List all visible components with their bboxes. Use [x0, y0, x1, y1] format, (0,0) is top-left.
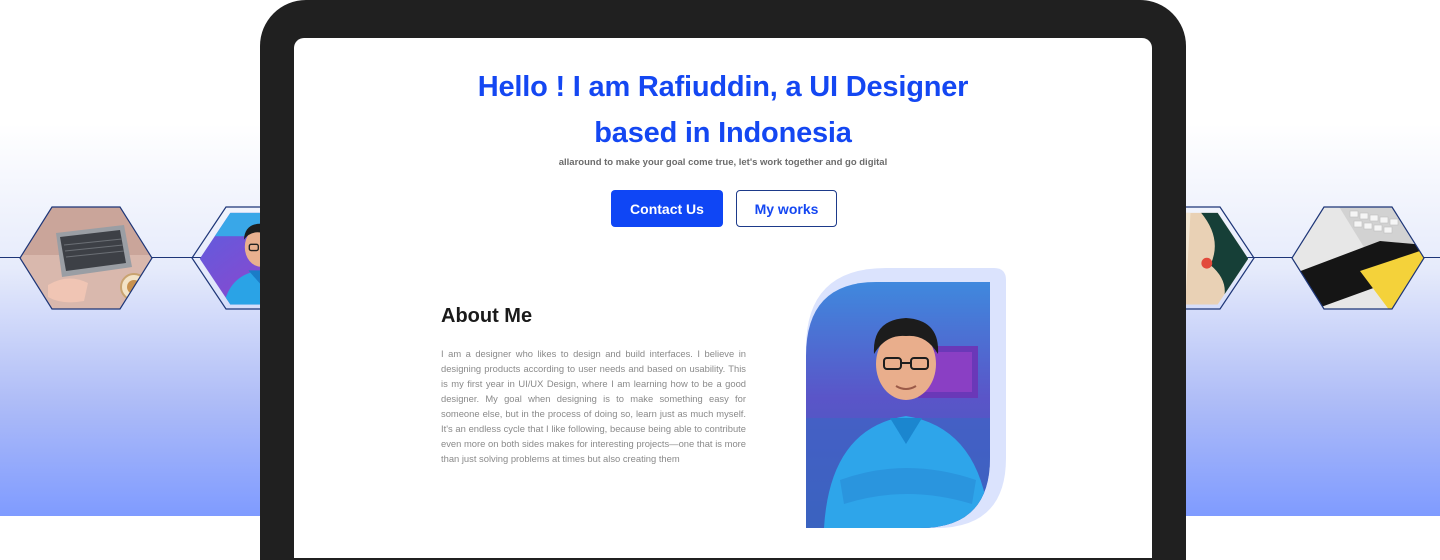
hero-title-line1: Hello ! I am Rafiuddin, a UI Designer — [477, 71, 969, 103]
hero-title: Hello ! I am Rafiuddin, a UI Designer bas… — [294, 64, 1152, 156]
portrait-illustration — [806, 268, 1006, 528]
keyboard-desk-hexagon — [1291, 206, 1425, 310]
hero-subtitle: allaround to make your goal come true, l… — [558, 157, 888, 168]
laptop-coffee-hexagon — [19, 206, 153, 310]
hero-title-line2: based in Indonesia — [594, 117, 852, 149]
website-screen: Hello ! I am Rafiuddin, a UI Designer bas… — [294, 38, 1152, 558]
about-body: I am a designer who likes to design and … — [441, 348, 746, 464]
about-title: About Me — [441, 305, 533, 327]
my-works-button[interactable]: My works — [736, 190, 837, 227]
contact-us-button[interactable]: Contact Us — [611, 190, 723, 227]
